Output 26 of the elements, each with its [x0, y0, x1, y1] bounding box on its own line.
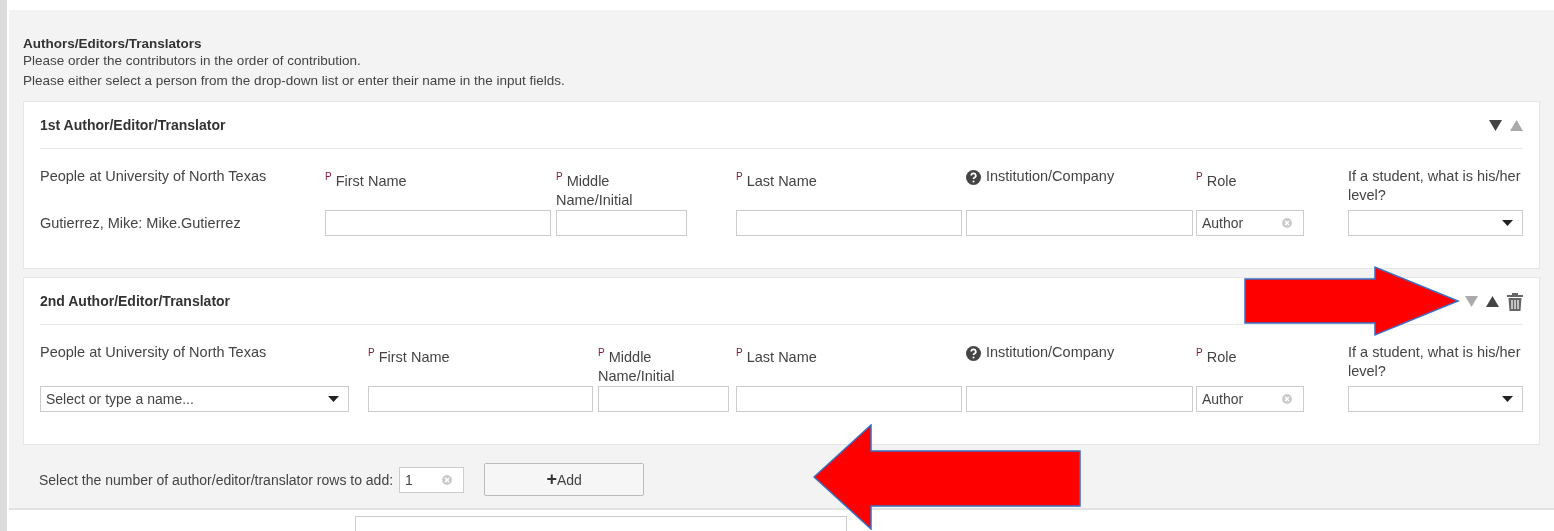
field-label: $^{P}$ First Name [325, 170, 407, 191]
field-label: If a student, what is his/her level? [1348, 167, 1522, 205]
add-button[interactable]: +Add [484, 463, 645, 496]
field-label: If a student, what is his/her level? [1348, 343, 1522, 381]
row-count-field[interactable]: 1 [399, 466, 465, 493]
field-label: $^{P}$ Last Name [736, 170, 817, 191]
card-title: 2nd Author/Editor/Translator [40, 293, 231, 309]
selected-person: Gutierrez, Mike: Mike.Gutierrez [40, 214, 242, 233]
field-label: Institution/Company [986, 167, 1115, 186]
card-title: 1st Author/Editor/Translator [40, 117, 226, 133]
instruction-text: Please order the contributors in the order of contribution. [23, 52, 362, 70]
field-label: $^{P}$ Middle Name/Initial [598, 346, 676, 386]
field-label: People at University of North Texas [40, 343, 267, 362]
role-field[interactable]: Author [1196, 210, 1304, 236]
field-label: $^{P}$ First Name [368, 346, 450, 367]
field-label: Institution/Company [986, 343, 1115, 362]
field-label: $^{P}$ Role [1196, 170, 1237, 191]
dropdown-field[interactable]: Select or type a name... [40, 386, 349, 412]
rows-to-add-label: Select the number of author/editor/translator rows to add: [39, 471, 394, 488]
role-field[interactable]: Author [1196, 386, 1304, 412]
instruction-text: Please either select a person from the drop-down list or enter their name in the input fields. [23, 72, 566, 90]
field-label: People at University of North Texas [40, 167, 267, 186]
field-label: $^{P}$ Middle Name/Initial [556, 170, 634, 210]
section-title: Authors/Editors/Translators [23, 36, 203, 51]
field-label: $^{P}$ Last Name [736, 346, 817, 367]
field-label: $^{P}$ Role [1196, 346, 1237, 367]
